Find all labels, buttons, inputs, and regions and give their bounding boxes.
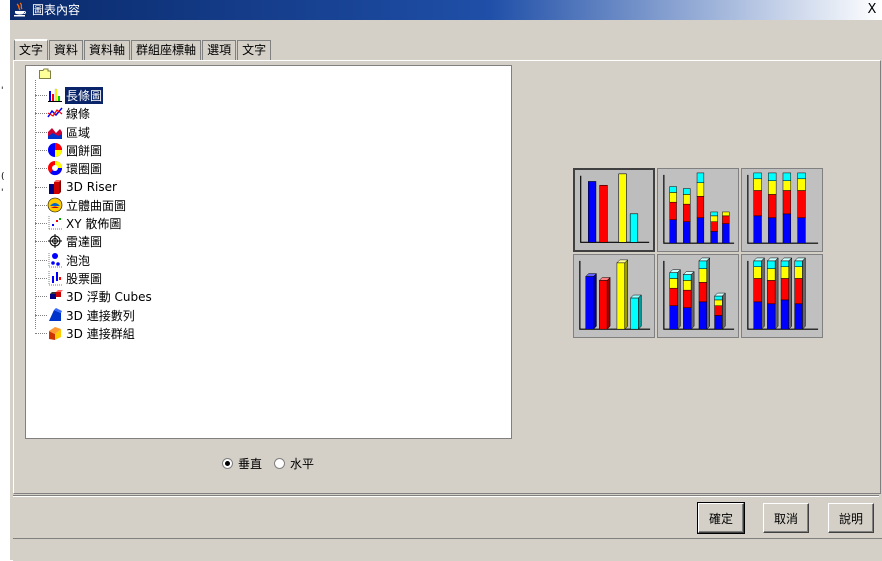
bubble-chart-icon [48,253,62,268]
tree-item-3d-cubes[interactable]: 3D 浮動 Cubes [47,287,153,305]
tree-connector [35,95,47,96]
tree-connector [35,150,47,151]
tree-connector [35,223,47,224]
tree-connector [35,113,47,114]
tree-item-radar-chart[interactable]: 雷達圖 [47,232,103,250]
3d-connected-series-icon [49,308,62,321]
background-text-fragment: ' [1,188,4,198]
tree-item-3d-connected-series[interactable]: 3D 連接數列 [47,306,136,324]
tree-connector [35,241,47,242]
tree-item-label: 3D 浮動 Cubes [66,289,152,304]
3d-riser-icon [49,180,61,194]
3d-percent-stacked-bar-preview-icon [747,257,819,330]
status-bar [13,538,882,561]
background-text-fragment: ( [1,172,5,182]
horizontal-label: 水平 [290,457,315,471]
close-button[interactable]: X [864,1,880,18]
subtype-clustered-bar[interactable] [573,168,655,252]
percent-stacked-bar-preview-icon [747,172,819,244]
tab-type[interactable]: 文字 [14,39,49,61]
tab-text[interactable]: 文字 [237,40,272,60]
3d-clustered-bar-preview-icon [579,259,651,330]
orientation-group: 垂直 水平 [222,455,314,472]
subtype-percent-stacked-bar[interactable] [741,168,823,252]
tree-item-label: 環圈圖 [66,161,103,176]
subtype-3d-clustered-bar[interactable] [573,254,655,338]
donut-chart-icon [48,161,63,176]
chart-subtype-gallery [573,168,825,340]
tree-item-label: XY 散佈圖 [66,216,122,231]
radar-chart-icon [48,234,62,248]
tree-connector [35,168,47,169]
tree-item-bar-chart[interactable]: 長條圖 [47,86,104,104]
tree-connector [35,187,47,188]
background-text-fragment: ' [1,86,4,96]
button-separator [13,495,879,497]
tree-item-stock-chart[interactable]: 股票圖 [47,269,103,287]
ok-button[interactable]: 確定 [697,502,745,534]
tree-item-surface-chart[interactable]: 立體曲面圖 [47,196,127,214]
tree-item-scatter-chart[interactable]: XY 散佈圖 [47,214,122,232]
3d-stacked-bar-preview-icon [663,257,735,330]
subtype-3d-stacked-bar[interactable] [657,254,739,338]
line-chart-icon [47,107,63,118]
tree-connector [35,333,47,334]
subtype-stacked-bar[interactable] [657,168,739,252]
surface-chart-icon [47,197,63,213]
tree-item-label: 圓餅圖 [66,143,103,158]
stock-chart-icon [48,271,62,286]
vertical-label: 垂直 [238,457,263,471]
bar-chart-icon [48,88,62,102]
tree-item-label: 股票圖 [66,271,103,286]
folder-icon [39,68,51,79]
tab-data[interactable]: 資料 [49,40,84,60]
tree-item-label: 線條 [66,106,91,121]
tree-item-label: 立體曲面圖 [66,198,127,213]
tree-item-label: 3D 連接數列 [66,308,135,323]
chart-type-tree[interactable] [25,65,512,439]
tab-group-axis[interactable]: 群組座標軸 [131,40,202,60]
background-window-edge: ' ( ' [0,0,10,560]
tree-item-label: 雷達圖 [66,234,103,249]
tree-item-label: 泡泡 [66,253,91,268]
cancel-button[interactable]: 取消 [763,503,809,533]
tree-item-label: 3D 連接群組 [66,326,135,341]
stacked-bar-preview-icon [663,172,735,244]
3d-connected-groups-icon [49,327,61,340]
help-button[interactable]: 說明 [828,503,874,533]
title-bar: 圖表內容 X [10,0,882,20]
tree-item-area-chart[interactable]: 區域 [47,123,91,141]
3d-cubes-icon [50,290,63,299]
tab-data-axis[interactable]: 資料軸 [84,40,131,60]
tree-connector [35,205,47,206]
tree-item-label: 長條圖 [65,86,104,104]
tree-connector [35,132,47,133]
window-title: 圖表內容 [32,3,81,17]
tree-item-label: 3D Riser [66,180,117,194]
pie-chart-icon [48,143,62,157]
tab-bar: 文字 資料 資料軸 群組座標軸 選項 文字 [14,39,272,61]
clustered-bar-preview-icon [580,173,650,243]
tab-options[interactable]: 選項 [202,40,237,60]
horizontal-radio[interactable] [274,458,286,469]
java-app-icon [14,2,26,17]
subtype-3d-percent-stacked-bar[interactable] [741,254,823,338]
tree-item-bubble-chart[interactable]: 泡泡 [47,251,91,269]
tree-connector [35,278,47,279]
scatter-chart-icon [48,216,62,230]
tree-item-donut-chart[interactable]: 環圈圖 [47,159,103,177]
tree-connector [35,315,47,316]
tree-item-pie-chart[interactable]: 圓餅圖 [47,141,103,159]
tree-item-3d-riser[interactable]: 3D Riser [47,178,118,196]
tree-item-line-chart[interactable]: 線條 [47,104,91,122]
tree-connector [35,296,47,297]
tree-item-label: 區域 [66,125,91,140]
tree-connector [35,260,47,261]
area-chart-icon [48,128,62,139]
tree-item-3d-connected-groups[interactable]: 3D 連接群組 [47,324,136,342]
vertical-radio[interactable] [222,458,233,469]
